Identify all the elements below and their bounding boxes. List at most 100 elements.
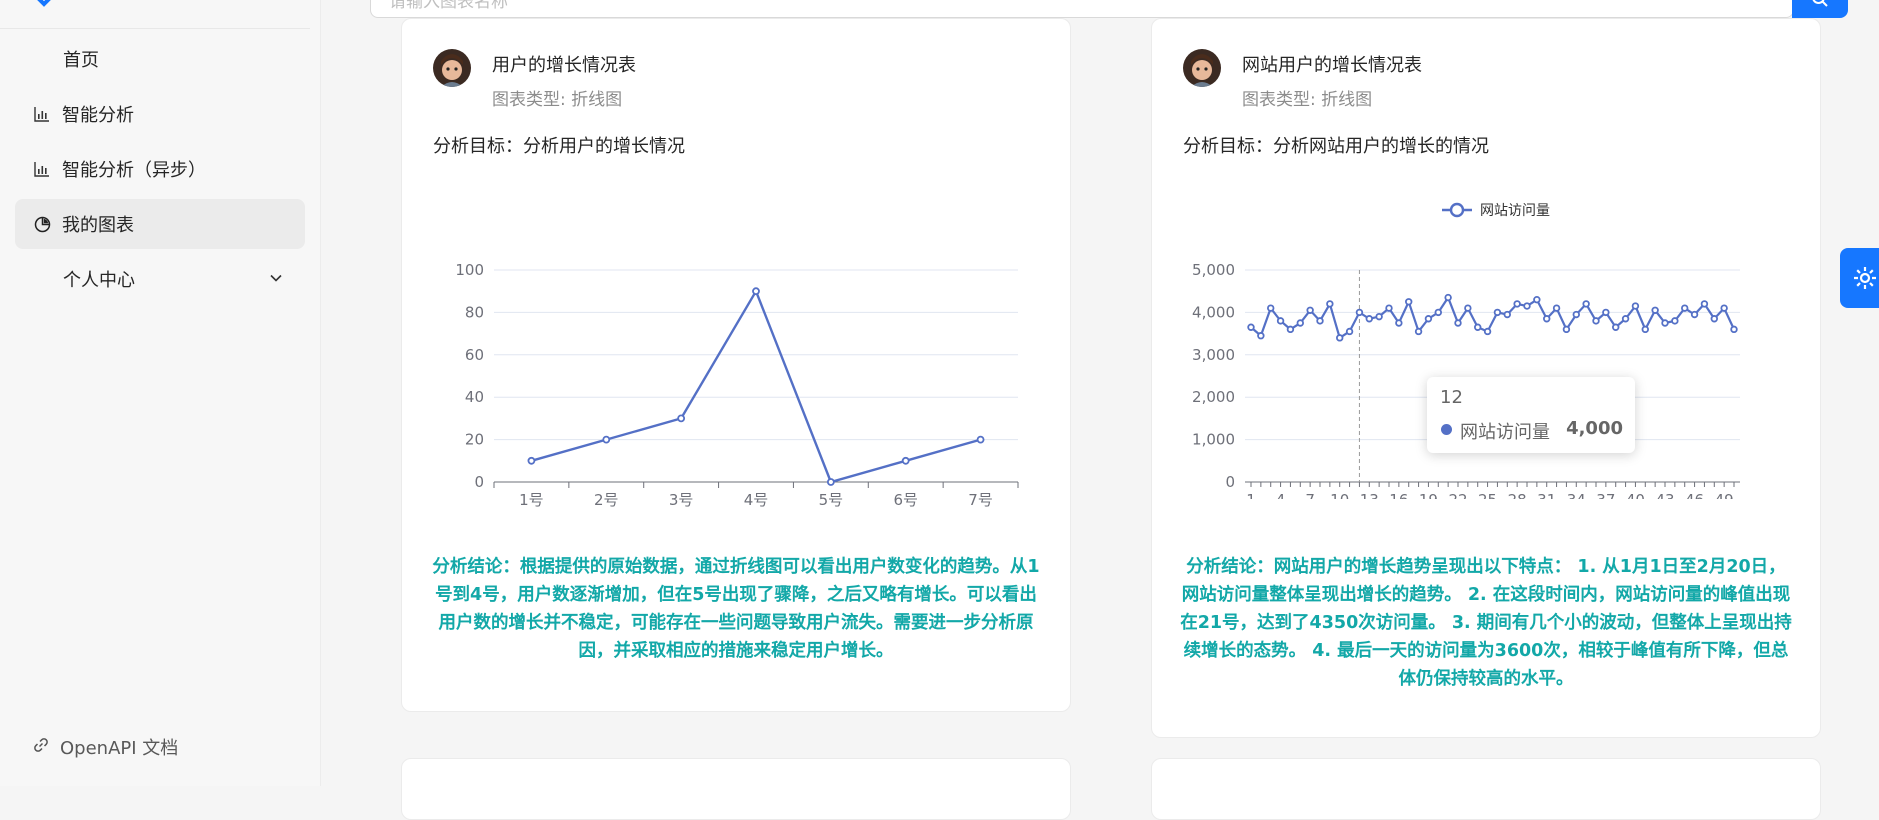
chart-card [401,758,1071,820]
data-point [1483,327,1492,336]
y-tick-label: 0 [474,473,484,491]
data-point [1267,304,1275,312]
x-tick-label: 16 [1389,491,1408,499]
x-tick-label: 3号 [669,491,694,509]
data-point [1385,304,1393,312]
data-point [1365,315,1373,323]
settings-button[interactable] [1840,248,1879,308]
analysis-conclusion: 分析结论：根据提供的原始数据，通过折线图可以看出用户数变化的趋势。从1号到4号，… [432,557,1040,661]
y-tick-label: 60 [465,346,484,364]
x-tick-label: 28 [1508,491,1527,499]
data-point [1414,327,1423,336]
sidebar-item-my-charts[interactable]: 我的图表 [15,199,305,249]
avatar [433,49,471,87]
data-point [1336,334,1344,342]
data-point [1523,302,1531,310]
x-tick-label: 5号 [819,491,844,509]
data-point [1552,304,1561,312]
link-icon [33,737,49,758]
data-point [1592,317,1600,325]
gear-icon [1854,267,1876,289]
openapi-docs-label: OpenAPI 文档 [60,738,179,759]
x-tick-label: 1 [1246,491,1256,499]
sidebar-item-smart-analysis[interactable]: 智能分析 [15,89,305,139]
data-point [1690,310,1699,319]
x-tick-label: 4 [1276,491,1286,499]
data-point [1543,315,1551,323]
search-icon [1812,0,1828,7]
data-point [1306,306,1314,314]
sidebar-item-label: 首页 [63,50,99,71]
chart-title: 网站用户的增长情况表 [1242,55,1422,76]
avatar [1183,49,1221,87]
data-point [826,478,835,486]
data-point [1513,300,1521,308]
data-point [1621,315,1630,323]
sidebar-item-smart-analysis-async[interactable]: 智能分析（异步） [15,144,305,194]
search-button[interactable] [1792,0,1848,18]
data-point [976,435,985,444]
x-tick-label: 25 [1478,491,1497,499]
data-point [1474,323,1482,331]
analysis-conclusion: 分析结论：网站用户的增长趋势呈现出以下特点： 1. 从1月1日至2月20日，网站… [1180,557,1792,689]
tooltip-value: 4,000 [1566,418,1623,439]
sidebar-divider [0,28,310,29]
x-tick-label: 7号 [968,491,993,509]
y-tick-label: 1,000 [1192,431,1235,449]
x-tick-label: 37 [1596,491,1615,499]
tooltip-series-dot [1441,424,1452,435]
x-tick-label: 7 [1305,491,1315,499]
x-tick-label: 4号 [744,491,769,509]
data-point [752,287,760,296]
data-point [1247,323,1255,331]
chart-type-label: 图表类型: 折线图 [1242,90,1373,110]
x-tick-label: 19 [1419,491,1438,499]
chart-title: 用户的增长情况表 [492,55,636,76]
data-point [1345,327,1354,336]
sidebar-item-personal-center[interactable]: 个人中心 [15,254,305,304]
legend-marker [1449,202,1465,218]
data-point [1700,300,1709,308]
chart-card: 用户的增长情况表 图表类型: 折线图 分析目标：分析用户的增长情况 0 20 40 6… [401,18,1071,712]
sidebar-item-label: 智能分析（异步） [62,160,206,181]
data-point [1602,308,1610,317]
series-line [1250,295,1735,340]
y-tick-label: 100 [455,261,484,279]
x-tick-label: 22 [1448,491,1467,499]
data-point [1671,317,1679,325]
data-point [1405,298,1413,306]
x-tick-label: 10 [1330,491,1349,499]
legend-label: 网站访问量 [1480,203,1550,219]
data-point [1424,315,1433,323]
y-tick-label: 4,000 [1192,303,1235,321]
chart-tooltip: 12 网站访问量 4,000 [1427,377,1635,453]
data-point [1582,300,1590,308]
data-point [1533,295,1541,304]
tooltip-series-name: 网站访问量 [1460,422,1550,443]
series-line [531,288,981,484]
data-point [1720,304,1728,312]
data-point [1730,325,1738,334]
sidebar-item-label: 个人中心 [63,270,135,291]
x-tick-label: 6号 [893,491,918,509]
data-point [1286,325,1295,334]
y-tick-label: 80 [465,303,484,321]
analysis-goal: 分析目标：分析用户的增长情况 [433,136,685,157]
data-point [1641,325,1649,334]
data-point [1434,308,1442,317]
data-point [901,456,910,465]
data-point [1572,310,1580,319]
search-input[interactable]: 请输入图表名称 [370,0,1794,18]
chart-card [1151,758,1821,820]
data-point [677,414,686,423]
data-point [1651,306,1659,314]
data-point [1444,293,1452,302]
y-tick-label: 5,000 [1192,261,1235,279]
data-point [527,456,536,465]
sidebar-item-home[interactable]: 首页 [15,34,305,84]
data-point [602,435,611,444]
data-point [1316,317,1324,325]
y-tick-label: 0 [1225,473,1235,491]
bar-chart-icon [33,160,51,178]
openapi-docs-link[interactable]: OpenAPI 文档 [15,722,178,772]
